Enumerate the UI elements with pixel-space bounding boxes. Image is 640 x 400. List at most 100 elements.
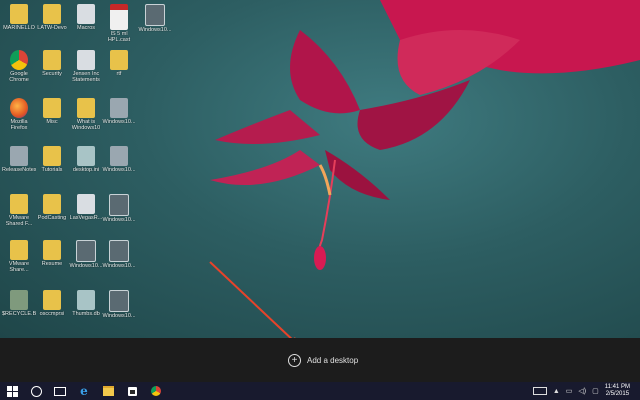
chevron-up-icon[interactable]: ▲ — [553, 388, 560, 395]
file-explorer-icon — [102, 386, 114, 396]
desktop-icon[interactable]: Google Chrome — [2, 48, 36, 94]
desktop-icon-label: What is Windows10 — [71, 119, 101, 131]
desktop-icon-label: PodCasting — [37, 215, 67, 221]
desktop-icon[interactable]: Thumbs.db — [69, 288, 103, 334]
pdf-icon — [110, 4, 128, 30]
desktop-icon[interactable]: Mozilla Firefox — [2, 96, 36, 142]
desktop-icon-label: Windows10... — [102, 167, 136, 173]
folder-icon — [43, 98, 61, 118]
chrome-icon — [151, 386, 161, 396]
desktop-icon-label: IS 5 ml HPL.cast — [107, 31, 131, 43]
desktop-icon-label: Macros — [76, 25, 96, 31]
chrome-icon — [10, 50, 28, 70]
doc-icon — [77, 4, 95, 24]
desktop-icon[interactable]: osccmprsi — [35, 288, 69, 334]
task-view-button[interactable] — [48, 382, 72, 400]
desktop-icon[interactable]: VMware Share... — [2, 238, 36, 284]
clock-date: 2/5/2015 — [605, 391, 630, 397]
desktop-icon[interactable]: Windows10... — [138, 2, 172, 48]
app-icon — [110, 98, 128, 118]
desktop-icon-label: LATW-Devo — [37, 25, 67, 31]
desktop-icon-label: LasVegasR... — [69, 215, 103, 221]
desktop-icon[interactable]: rtf — [102, 48, 136, 94]
desktop-icon-label: ReleaseNotes — [2, 167, 36, 173]
desktop-icon[interactable]: Resume — [35, 238, 69, 284]
desktop-icon[interactable]: Jensen Inc Statements — [69, 48, 103, 94]
plus-circle-icon: + — [288, 353, 301, 367]
desktop-icon[interactable]: Windows10... — [102, 192, 136, 238]
folder-icon — [77, 98, 95, 118]
folder-icon — [110, 50, 128, 70]
notifications-icon[interactable]: ▢ — [592, 387, 599, 395]
shortcut-icon — [77, 290, 95, 310]
firefox-icon — [10, 98, 28, 118]
desktop-icon-label: osccmprsi — [39, 311, 65, 317]
cortana-search-icon — [30, 385, 42, 397]
store-button[interactable] — [120, 382, 144, 400]
desktop-icon-label: MARINELLO — [3, 25, 35, 31]
desktop-icon[interactable]: IS 5 ml HPL.cast — [102, 2, 136, 48]
chrome-taskbar-button[interactable] — [144, 382, 168, 400]
desktop-icon[interactable]: ReleaseNotes — [2, 144, 36, 190]
img-icon — [76, 240, 96, 262]
keyboard-icon[interactable] — [532, 387, 547, 395]
desktop-icon-label: Thumbs.db — [72, 311, 100, 317]
desktop-icon-label: Resume — [41, 261, 63, 267]
desktop-icon[interactable]: Macros — [69, 2, 103, 48]
volume-icon[interactable]: ◁) — [578, 387, 586, 395]
start-button[interactable] — [0, 382, 24, 400]
desktop-icon[interactable]: LasVegasR... — [69, 192, 103, 238]
recycle-icon — [10, 290, 28, 310]
desktop-icon[interactable]: Tutorials — [35, 144, 69, 190]
doc-icon — [77, 50, 95, 70]
desktop-icon-grid: MARINELLO LATW-Devo Macros IS 5 ml HPL.cast… — [0, 0, 175, 330]
doc-icon — [77, 194, 95, 214]
desktop-icon[interactable]: LATW-Devo — [35, 2, 69, 48]
folder-icon — [43, 146, 61, 166]
desktop-icon-label: Misc — [46, 119, 58, 125]
clock-time: 11:41 PM — [604, 384, 630, 390]
desktop-icon-label: Security — [42, 71, 62, 77]
clock[interactable]: 11:41 PM 2/5/2015 — [605, 384, 630, 398]
desktop-icon-label: $RECYCLE.BIN — [2, 311, 36, 317]
internet-explorer-button[interactable]: e — [72, 382, 96, 400]
desktop-icon[interactable]: Windows10... — [102, 288, 136, 334]
desktop-icon-label: rtf — [116, 71, 122, 77]
folder-icon — [43, 240, 61, 260]
desktop-icon[interactable]: VMware Shared F... — [2, 192, 36, 238]
shortcut-icon — [77, 146, 95, 166]
folder-icon — [43, 290, 61, 310]
desktop-icon-label: VMware Share... — [8, 261, 30, 273]
desktop-icon[interactable]: Windows10... — [102, 238, 136, 284]
img-icon — [145, 4, 165, 26]
desktop-icon-label: Google Chrome — [9, 71, 29, 83]
add-desktop-button[interactable]: + Add a desktop — [288, 353, 358, 367]
desktop-icon-label: Windows10... — [102, 217, 136, 223]
network-icon[interactable]: ▭ — [566, 387, 573, 395]
desktop-icon-label: Windows10... — [138, 27, 172, 33]
add-desktop-label: Add a desktop — [307, 355, 359, 365]
desktop-icon[interactable]: Windows10... — [102, 96, 136, 142]
desktop-icon-label: Windows10... — [102, 263, 136, 269]
store-icon — [127, 386, 137, 396]
folder-icon — [10, 194, 28, 214]
folder-icon — [43, 50, 61, 70]
file-explorer-button[interactable] — [96, 382, 120, 400]
desktop-icon[interactable]: $RECYCLE.BIN — [2, 288, 36, 334]
desktop-icon[interactable]: Windows10... — [102, 144, 136, 190]
desktop-icon[interactable]: Misc — [35, 96, 69, 142]
img-icon — [109, 194, 129, 216]
desktop-icon[interactable]: Windows10... — [69, 238, 103, 284]
img-icon — [109, 290, 129, 312]
desktop-icon[interactable]: PodCasting — [35, 192, 69, 238]
desktop-icon-label: Windows10... — [102, 313, 136, 319]
desktop-icon-label: VMware Shared F... — [5, 215, 33, 227]
desktop-icon[interactable]: MARINELLO — [2, 2, 36, 48]
desktop-icon-label: Jensen Inc Statements — [72, 71, 100, 83]
desktop-icon[interactable]: What is Windows10 — [69, 96, 103, 142]
cortana-button[interactable] — [24, 382, 48, 400]
desktop-icon[interactable]: Security — [35, 48, 69, 94]
app-icon — [10, 146, 28, 166]
desktop-icon[interactable]: desktop.ini — [69, 144, 103, 190]
desktop-icon-label: Windows10... — [102, 119, 136, 125]
